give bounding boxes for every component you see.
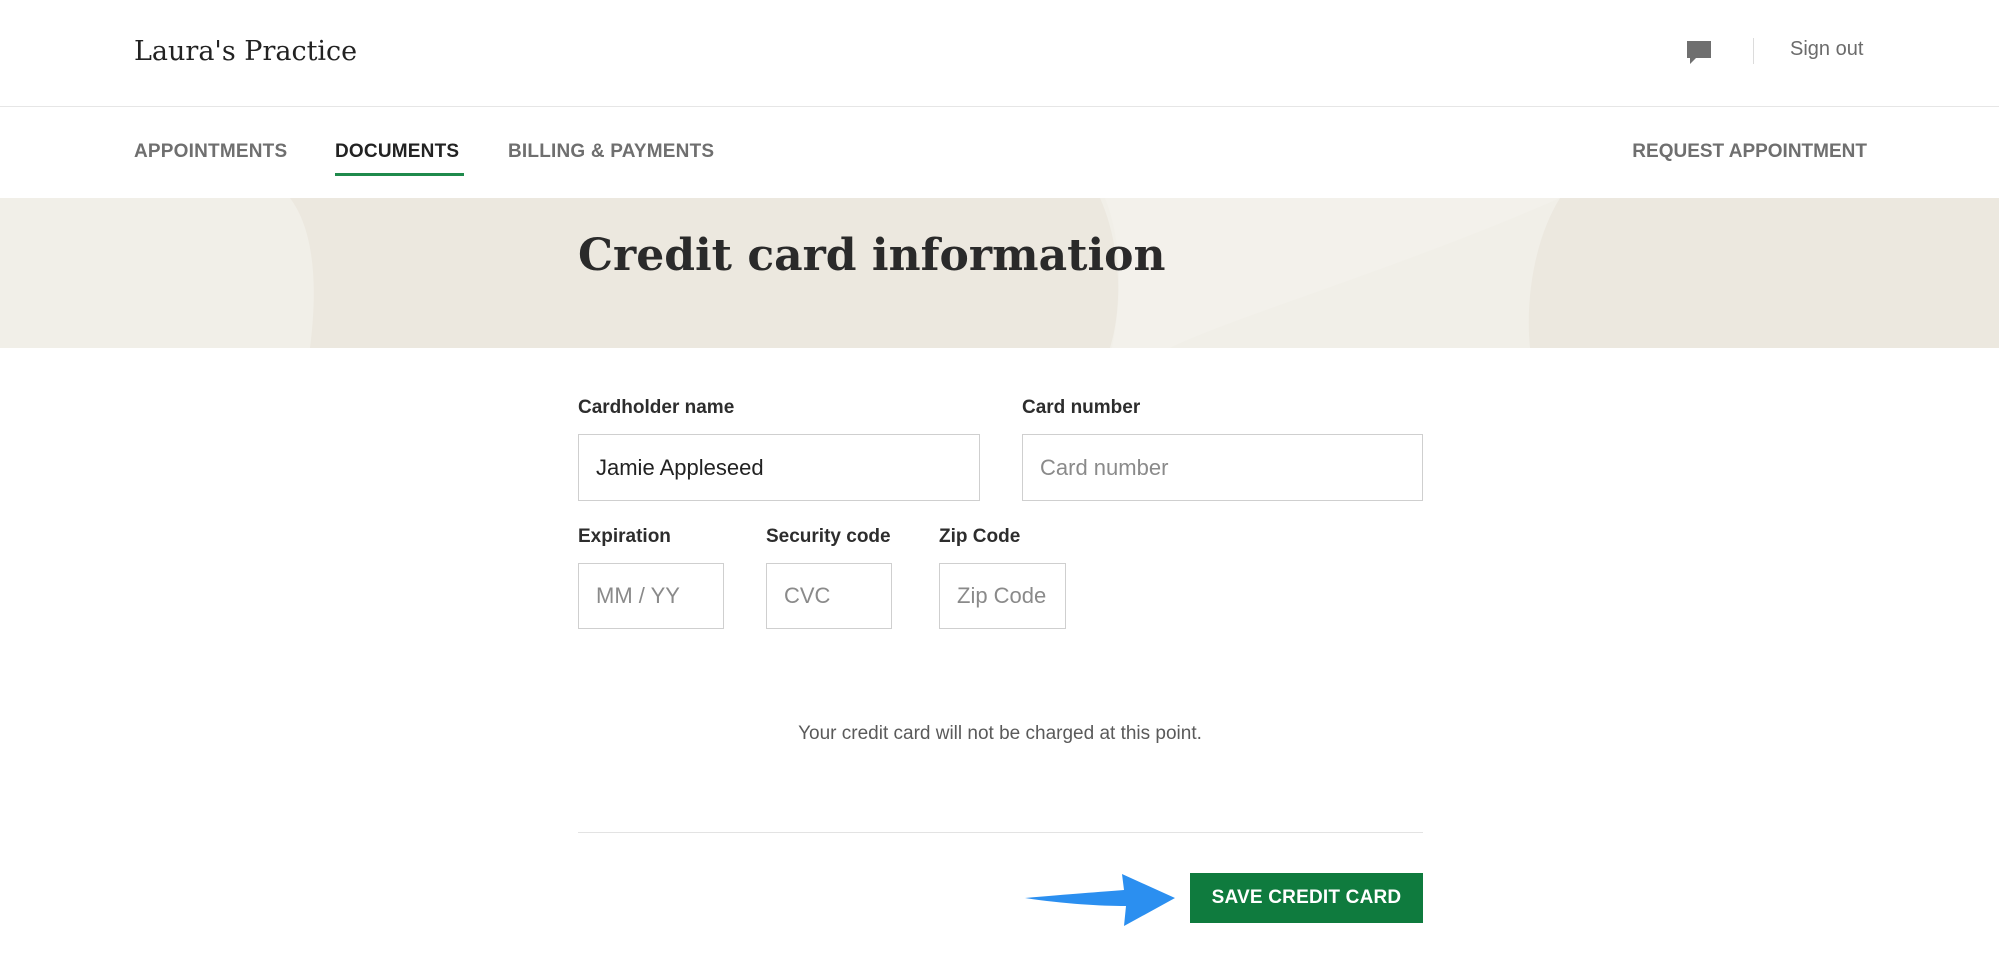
security-code-label: Security code	[766, 526, 891, 547]
zip-code-input[interactable]	[939, 563, 1066, 629]
card-number-input[interactable]	[1022, 434, 1423, 501]
chat-icon[interactable]	[1684, 38, 1714, 68]
top-header: Laura's Practice Sign out	[0, 0, 1999, 107]
sign-out-link[interactable]: Sign out	[1790, 38, 1863, 61]
charge-note: Your credit card will not be charged at …	[798, 723, 1202, 744]
form-divider	[578, 832, 1423, 833]
nav-documents[interactable]: DOCUMENTS	[335, 141, 459, 163]
annotation-arrow-icon	[1025, 874, 1175, 926]
cardholder-name-label: Cardholder name	[578, 397, 735, 418]
request-appointment-link[interactable]: REQUEST APPOINTMENT	[1632, 141, 1867, 163]
card-number-label: Card number	[1022, 397, 1141, 418]
practice-name[interactable]: Laura's Practice	[134, 36, 357, 67]
nav-billing-payments[interactable]: BILLING & PAYMENTS	[508, 141, 714, 163]
nav-appointments[interactable]: APPOINTMENTS	[134, 141, 287, 163]
main-nav: APPOINTMENTS DOCUMENTS BILLING & PAYMENT…	[0, 107, 1999, 198]
security-code-input[interactable]	[766, 563, 892, 629]
expiration-input[interactable]	[578, 563, 724, 629]
zip-code-label: Zip Code	[939, 526, 1021, 547]
page-title: Credit card information	[578, 230, 1166, 281]
cardholder-name-input[interactable]	[578, 434, 980, 501]
save-credit-card-button[interactable]: SAVE CREDIT CARD	[1190, 873, 1423, 923]
page-hero: Credit card information	[0, 198, 1999, 348]
expiration-label: Expiration	[578, 526, 671, 547]
header-divider	[1753, 38, 1754, 64]
active-tab-indicator	[335, 173, 464, 176]
